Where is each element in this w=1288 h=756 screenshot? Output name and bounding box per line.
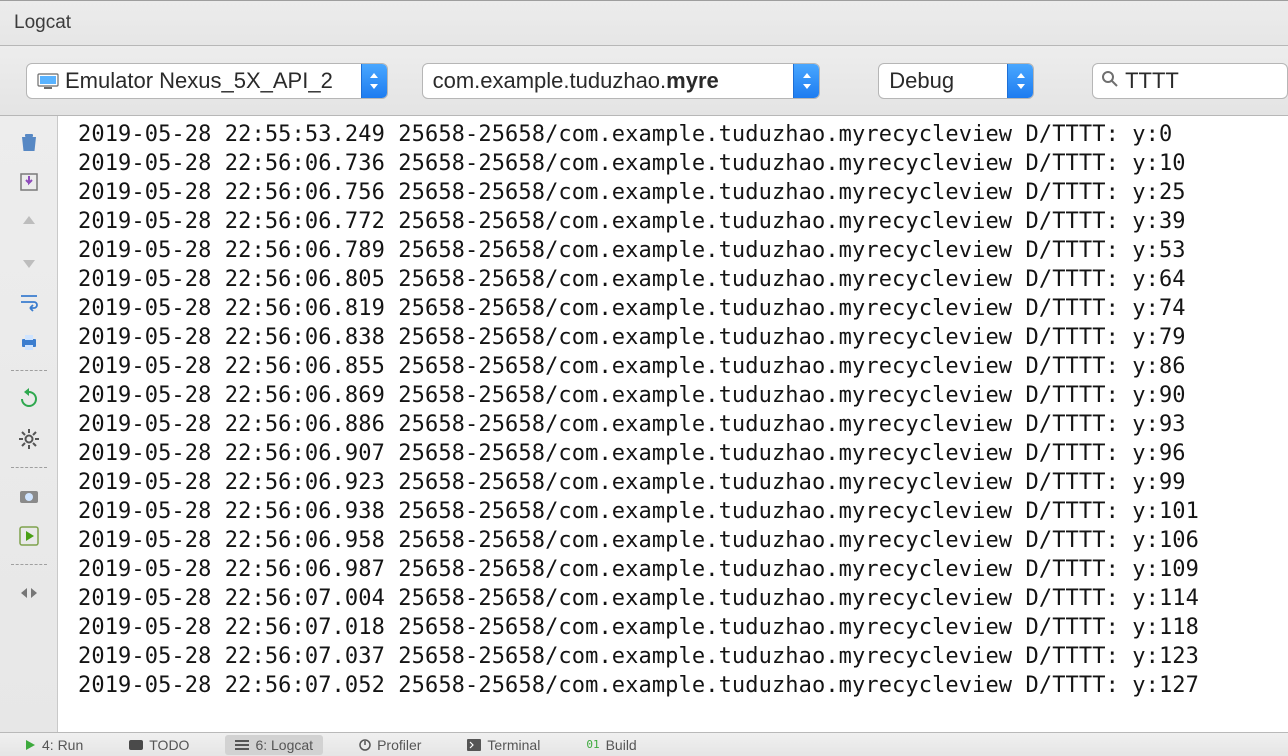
log-line: 2019-05-28 22:56:06.819 25658-25658/com.… [78, 294, 1288, 323]
tab-logcat[interactable]: 6: Logcat [225, 735, 323, 755]
search-icon [1101, 70, 1119, 91]
play-icon[interactable] [11, 518, 47, 554]
logcat-side-toolbar [0, 116, 58, 732]
print-icon[interactable] [11, 324, 47, 360]
log-filter-input[interactable] [1125, 68, 1279, 94]
tab-run-label: 4: Run [42, 737, 83, 753]
log-line: 2019-05-28 22:56:06.938 25658-25658/com.… [78, 497, 1288, 526]
log-line: 2019-05-28 22:56:06.838 25658-25658/com.… [78, 323, 1288, 352]
log-line: 2019-05-28 22:56:07.004 25658-25658/com.… [78, 584, 1288, 613]
logcat-body: 2019-05-28 22:55:53.249 25658-25658/com.… [0, 116, 1288, 732]
tab-profiler[interactable]: Profiler [349, 735, 431, 755]
gear-icon[interactable] [11, 421, 47, 457]
log-line: 2019-05-28 22:55:53.249 25658-25658/com.… [78, 120, 1288, 149]
log-line: 2019-05-28 22:56:06.987 25658-25658/com.… [78, 555, 1288, 584]
device-label: Emulator Nexus_5X_API_2 [65, 68, 333, 94]
log-level-select[interactable]: Debug [878, 63, 1034, 99]
panel-title-bar: Logcat [0, 0, 1288, 46]
expand-icon[interactable] [11, 575, 47, 611]
arrow-up-icon[interactable] [11, 204, 47, 240]
log-filter-search[interactable] [1092, 63, 1288, 99]
tab-terminal[interactable]: Terminal [457, 735, 550, 755]
log-line: 2019-05-28 22:56:06.772 25658-25658/com.… [78, 207, 1288, 236]
tab-build[interactable]: 01 Build [576, 735, 646, 755]
chevron-updown-icon [793, 64, 819, 98]
log-line: 2019-05-28 22:56:06.805 25658-25658/com.… [78, 265, 1288, 294]
log-line: 2019-05-28 22:56:06.736 25658-25658/com.… [78, 149, 1288, 178]
logcat-toolbar: Emulator Nexus_5X_API_2 com.example.tudu… [0, 46, 1288, 116]
log-line: 2019-05-28 22:56:07.052 25658-25658/com.… [78, 671, 1288, 700]
separator [11, 564, 47, 565]
log-line: 2019-05-28 22:56:06.923 25658-25658/com.… [78, 468, 1288, 497]
log-line: 2019-05-28 22:56:06.886 25658-25658/com.… [78, 410, 1288, 439]
tab-run[interactable]: 4: Run [14, 735, 93, 755]
log-line: 2019-05-28 22:56:06.756 25658-25658/com.… [78, 178, 1288, 207]
log-line: 2019-05-28 22:56:07.037 25658-25658/com.… [78, 642, 1288, 671]
tab-terminal-label: Terminal [487, 737, 540, 753]
import-icon[interactable] [11, 164, 47, 200]
log-line: 2019-05-28 22:56:06.958 25658-25658/com.… [78, 526, 1288, 555]
separator [11, 370, 47, 371]
log-line: 2019-05-28 22:56:06.855 25658-25658/com.… [78, 352, 1288, 381]
device-select[interactable]: Emulator Nexus_5X_API_2 [26, 63, 388, 99]
log-line: 2019-05-28 22:56:06.907 25658-25658/com.… [78, 439, 1288, 468]
restart-icon[interactable] [11, 381, 47, 417]
tab-todo-label: TODO [149, 737, 189, 753]
bottom-tool-tabs: 4: Run TODO 6: Logcat Profiler Terminal … [0, 732, 1288, 756]
process-label: com.example.tuduzhao.myre [433, 68, 719, 94]
trash-icon[interactable] [11, 124, 47, 160]
chevron-updown-icon [1007, 64, 1033, 98]
tab-todo[interactable]: TODO [119, 735, 199, 755]
process-select[interactable]: com.example.tuduzhao.myre [422, 63, 821, 99]
panel-title: Logcat [14, 12, 71, 34]
arrow-down-icon[interactable] [11, 244, 47, 280]
log-line: 2019-05-28 22:56:06.789 25658-25658/com.… [78, 236, 1288, 265]
log-output[interactable]: 2019-05-28 22:55:53.249 25658-25658/com.… [58, 116, 1288, 732]
log-line: 2019-05-28 22:56:07.018 25658-25658/com.… [78, 613, 1288, 642]
tab-build-label: Build [606, 737, 637, 753]
chevron-updown-icon [361, 64, 387, 98]
device-icon [37, 72, 59, 90]
tab-logcat-label: 6: Logcat [255, 737, 313, 753]
wrap-icon[interactable] [11, 284, 47, 320]
tab-profiler-label: Profiler [377, 737, 421, 753]
camera-icon[interactable] [11, 478, 47, 514]
separator [11, 467, 47, 468]
log-level-label: Debug [889, 68, 954, 94]
log-line: 2019-05-28 22:56:06.869 25658-25658/com.… [78, 381, 1288, 410]
